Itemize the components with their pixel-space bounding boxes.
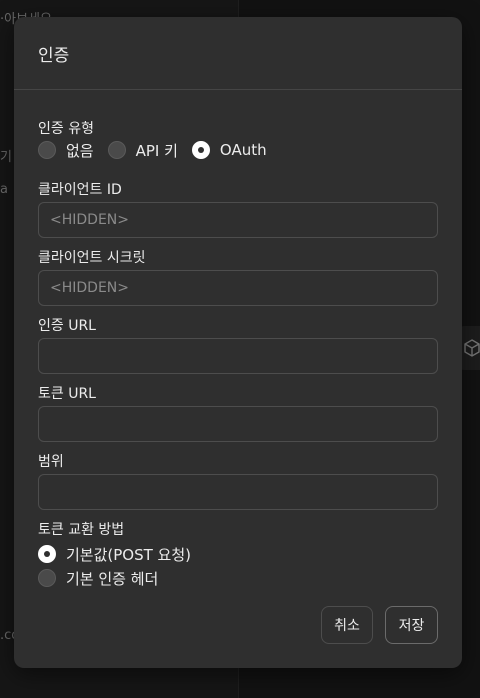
client-secret-input[interactable] — [38, 270, 438, 306]
radio-label: 기본값(POST 요청) — [66, 545, 192, 564]
token-exchange-option[interactable]: 기본값(POST 요청) — [38, 544, 191, 565]
token-url-input[interactable] — [38, 406, 438, 442]
dialog-title: 인증 — [38, 46, 70, 66]
client-id-input[interactable] — [38, 202, 438, 238]
auth-type-option-oauth[interactable]: OAuth — [191, 141, 267, 159]
radio-label: OAuth — [219, 141, 267, 159]
token-exchange-option-default[interactable]: 기본값(POST 요청) — [38, 543, 205, 565]
token-exchange-option[interactable]: 기본 인증 헤더 — [38, 568, 158, 589]
background-text: a — [0, 182, 8, 197]
radio-button[interactable] — [38, 569, 56, 587]
token-exchange-option-basic-auth[interactable]: 기본 인증 헤더 — [38, 567, 172, 589]
auth-url-input[interactable] — [38, 338, 438, 374]
token-url-label: 토큰 URL — [38, 386, 96, 402]
auth-type-radio-group: 없음 API 키 OAuth — [38, 139, 281, 161]
radio-button[interactable] — [38, 141, 56, 159]
auth-url-label: 인증 URL — [38, 318, 96, 334]
cancel-button[interactable]: 취소 — [321, 606, 373, 644]
radio-button-selected[interactable] — [191, 141, 210, 159]
client-secret-label: 클라이언트 시크릿 — [38, 250, 146, 266]
save-button[interactable]: 저장 — [385, 606, 438, 644]
client-id-label: 클라이언트 ID — [38, 182, 122, 198]
auth-type-label: 인증 유형 — [38, 121, 94, 137]
auth-dialog: 인증 인증 유형 없음 API 키 OAuth 클라이언트 ID 클라이언트 시… — [14, 17, 462, 668]
radio-button-selected[interactable] — [38, 545, 56, 563]
divider — [14, 89, 462, 90]
scope-label: 범위 — [38, 454, 64, 470]
radio-label: API 키 — [135, 141, 178, 160]
auth-type-option-none[interactable]: 없음 — [38, 140, 94, 161]
token-exchange-label: 토큰 교환 방법 — [38, 522, 125, 538]
radio-button[interactable] — [107, 141, 126, 159]
radio-label: 기본 인증 헤더 — [66, 569, 159, 588]
radio-label: 없음 — [66, 141, 94, 160]
auth-type-option-api-key[interactable]: API 키 — [107, 140, 178, 161]
scope-input[interactable] — [38, 474, 438, 510]
background-text: 기 — [0, 150, 12, 165]
